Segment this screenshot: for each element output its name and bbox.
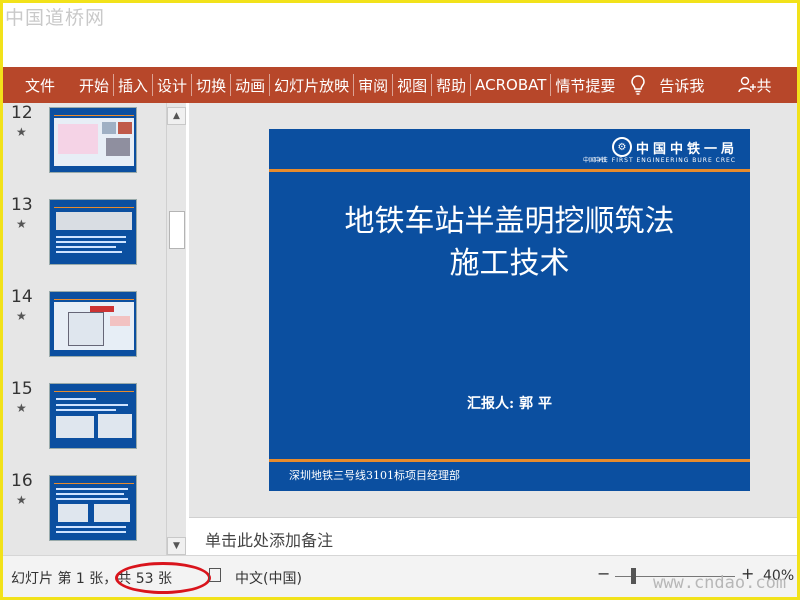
slide-title: 地铁车站半盖明挖顺筑法 施工技术 [269,201,750,285]
slide-footer: 深圳地铁三号线3101标项目经理部 [289,469,460,482]
slide-thumbnail-12[interactable]: 12 ★ [3,103,166,195]
slide-thumbnail-15[interactable]: 15 ★ [3,379,166,471]
slide-thumbnail-14[interactable]: 14 ★ [3,287,166,379]
tab-transitions[interactable]: 切换 [192,67,230,103]
slide-preview [49,107,137,173]
scroll-thumb[interactable] [169,211,185,249]
tab-review[interactable]: 审阅 [354,67,392,103]
animation-star-icon: ★ [16,217,27,231]
animation-star-icon: ★ [16,493,27,507]
scroll-up-arrow-icon[interactable]: ▲ [167,107,186,125]
header-rule [269,169,750,172]
slide-number: 15 [11,379,33,399]
slide-number: 16 [11,471,33,491]
watermark-top: 中国道桥网 [5,7,106,29]
slide-preview [49,199,137,265]
share-label: 共 [756,76,772,95]
tab-acrobat[interactable]: ACROBAT [471,67,550,103]
lightbulb-icon [631,75,646,95]
highlight-circle [115,562,211,594]
slide-number: 14 [11,287,33,307]
tab-file[interactable]: 文件 [3,67,75,103]
reporter-text: 汇报人: 郭 平 [467,396,552,412]
share-button[interactable]: 共 [738,75,771,96]
watermark-bottom: www.cndao.com [653,573,787,593]
zoom-slider-handle[interactable] [631,568,636,584]
add-person-icon [738,76,757,93]
slide-thumbnail-pane: 12 ★ 13 ★ 14 ★ 15 ★ 16 ★ [3,103,166,555]
tab-view[interactable]: 视图 [393,67,431,103]
logo-en-text: THE FIRST ENGINEERING BURE CREC [593,157,736,164]
tab-insert[interactable]: 插入 [114,67,152,103]
tab-slideshow[interactable]: 幻灯片放映 [270,67,353,103]
zoom-out-button[interactable]: − [597,564,610,583]
tell-me-box[interactable]: 告诉我 [631,75,704,96]
crec-logo-icon: ⚙ [611,137,632,157]
tab-design[interactable]: 设计 [153,67,191,103]
animation-star-icon: ★ [16,309,27,323]
company-logo: ⚙ 中国中铁一局 [611,137,738,157]
notes-placeholder: 单击此处添加备注 [205,531,334,550]
tab-home[interactable]: 开始 [75,67,113,103]
slide-preview [49,383,137,449]
scroll-down-arrow-icon[interactable]: ▼ [167,537,186,555]
slide-thumbnail-13[interactable]: 13 ★ [3,195,166,287]
tab-animations[interactable]: 动画 [231,67,269,103]
tell-me-label: 告诉我 [659,76,705,95]
language-indicator[interactable]: 中文(中国) [235,568,302,588]
ribbon-tabs: 文件 开始 插入 设计 切换 动画 幻灯片放映 审阅 视图 帮助 ACROBAT… [3,67,797,103]
slide-number: 12 [11,103,33,123]
footer-rule [269,459,750,462]
logo-cn-text: 中国中铁一局 [635,141,738,157]
thumbnail-scrollbar[interactable]: ▲ ▼ [166,103,186,555]
spellcheck-icon[interactable] [209,568,221,582]
title-line-1: 地铁车站半盖明挖顺筑法 [344,204,675,239]
animation-star-icon: ★ [16,401,27,415]
current-slide[interactable]: ⚙ 中国中铁一局 中国中铁 THE FIRST ENGINEERING BURE… [269,129,750,491]
slide-editing-area: ⚙ 中国中铁一局 中国中铁 THE FIRST ENGINEERING BURE… [189,103,797,518]
notes-pane[interactable]: 单击此处添加备注 [189,519,797,555]
slide-preview [49,475,137,541]
title-line-2: 施工技术 [449,246,570,281]
tab-storyboard[interactable]: 情节提要 [551,67,619,103]
slide-preview [49,291,137,357]
slide-thumbnail-16[interactable]: 16 ★ [3,471,166,555]
tab-help[interactable]: 帮助 [432,67,470,103]
animation-star-icon: ★ [16,125,27,139]
slide-number: 13 [11,195,33,215]
